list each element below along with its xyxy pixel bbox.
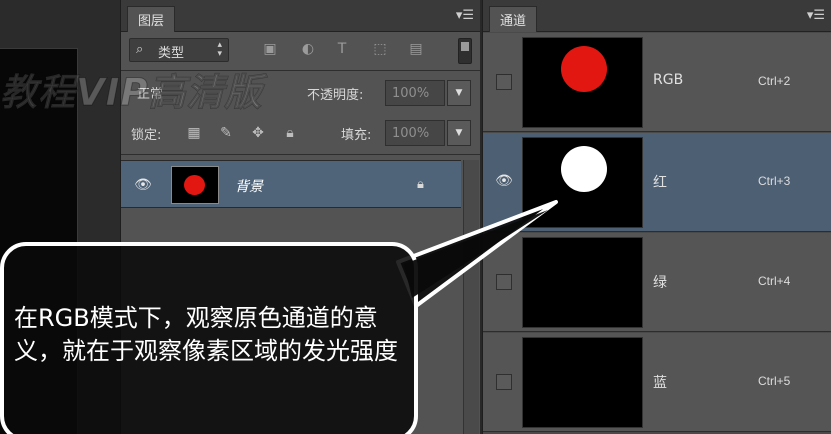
channel-row-rgb[interactable]: RGB Ctrl+2 bbox=[483, 33, 831, 132]
smart-object-filter-icon[interactable]: ▤ bbox=[407, 40, 425, 58]
channel-visibility-toggle[interactable] bbox=[496, 74, 512, 90]
search-icon: ⌕ bbox=[136, 42, 144, 57]
lock-label: 锁定: bbox=[131, 128, 162, 143]
type-filter-icon[interactable]: T bbox=[333, 40, 351, 58]
kind-filter-select[interactable]: ⌕ 类型 ▴ ▾ bbox=[129, 38, 229, 62]
layers-scrollbar[interactable] bbox=[463, 160, 479, 434]
layers-tabbar: 图层 ▾☰ bbox=[121, 0, 480, 32]
channel-thumb-circle bbox=[561, 146, 607, 192]
fill-label: 填充: bbox=[341, 128, 372, 143]
layer-thumbnail bbox=[171, 166, 219, 204]
callout-text: 在RGB模式下，观察原色通道的意义，就在于观察像素区域的发光强度 bbox=[14, 304, 398, 365]
layer-name: 背景 bbox=[235, 179, 263, 195]
opacity-dropdown-button[interactable]: ▼ bbox=[447, 80, 471, 106]
channel-name: 绿 bbox=[653, 275, 667, 291]
channel-thumbnail bbox=[522, 237, 643, 328]
channel-thumbnail bbox=[522, 137, 643, 228]
filter-toggle[interactable] bbox=[458, 38, 472, 64]
channel-row-blue[interactable]: 蓝 Ctrl+5 bbox=[483, 333, 831, 432]
channel-thumbnail bbox=[522, 37, 643, 128]
channel-row-green[interactable]: 绿 Ctrl+4 bbox=[483, 233, 831, 332]
panel-menu-icon[interactable]: ▾☰ bbox=[807, 8, 825, 23]
opacity-input[interactable]: 100% bbox=[385, 80, 445, 106]
kind-filter-label: 类型 bbox=[158, 46, 185, 61]
eye-icon[interactable]: 👁︎ bbox=[494, 173, 514, 189]
channels-panel: 通道 ▾☰ RGB Ctrl+2 👁︎ 红 Ctrl+3 绿 Ctrl+4 蓝 … bbox=[482, 0, 831, 434]
channel-visibility-toggle[interactable] bbox=[496, 274, 512, 290]
lock-icon: 🔒︎ bbox=[417, 177, 424, 192]
fill-input[interactable]: 100% bbox=[385, 120, 445, 146]
channel-name: RGB bbox=[653, 72, 684, 88]
channel-name: 红 bbox=[653, 175, 667, 191]
lock-position-icon[interactable]: ✥ bbox=[249, 124, 267, 142]
lock-all-icon[interactable]: 🔒︎ bbox=[281, 124, 299, 142]
lock-paint-icon[interactable]: ✎ bbox=[217, 124, 235, 142]
channel-visibility-toggle[interactable] bbox=[496, 374, 512, 390]
pixel-filter-icon[interactable]: ▣ bbox=[261, 40, 279, 58]
channel-shortcut: Ctrl+5 bbox=[758, 374, 791, 388]
channel-shortcut: Ctrl+4 bbox=[758, 274, 791, 288]
shape-filter-icon[interactable]: ⬚ bbox=[371, 40, 389, 58]
channel-name: 蓝 bbox=[653, 375, 667, 391]
layer-row-background[interactable]: 👁︎ 背景 🔒︎ bbox=[121, 160, 461, 208]
tab-channels[interactable]: 通道 bbox=[489, 6, 538, 32]
lock-transparent-icon[interactable]: ▦ bbox=[185, 124, 203, 142]
layer-thumb-dot bbox=[184, 175, 205, 195]
watermark-text: 教程VIP高清版 bbox=[0, 71, 263, 115]
channel-row-red[interactable]: 👁︎ 红 Ctrl+3 bbox=[483, 133, 831, 232]
eye-icon[interactable]: 👁︎ bbox=[133, 177, 153, 193]
divider bbox=[121, 154, 480, 155]
tab-layers[interactable]: 图层 bbox=[127, 6, 176, 32]
channels-tabbar: 通道 ▾☰ bbox=[483, 0, 831, 32]
fill-dropdown-button[interactable]: ▼ bbox=[447, 120, 471, 146]
panel-menu-icon[interactable]: ▾☰ bbox=[456, 8, 474, 23]
channel-shortcut: Ctrl+3 bbox=[758, 174, 791, 188]
channel-thumbnail bbox=[522, 337, 643, 428]
channel-thumb-circle bbox=[561, 46, 607, 92]
channel-shortcut: Ctrl+2 bbox=[758, 74, 791, 88]
select-arrows-icon: ▴ ▾ bbox=[217, 40, 222, 59]
adjustment-filter-icon[interactable]: ◐ bbox=[299, 40, 317, 58]
opacity-label: 不透明度: bbox=[307, 88, 364, 103]
